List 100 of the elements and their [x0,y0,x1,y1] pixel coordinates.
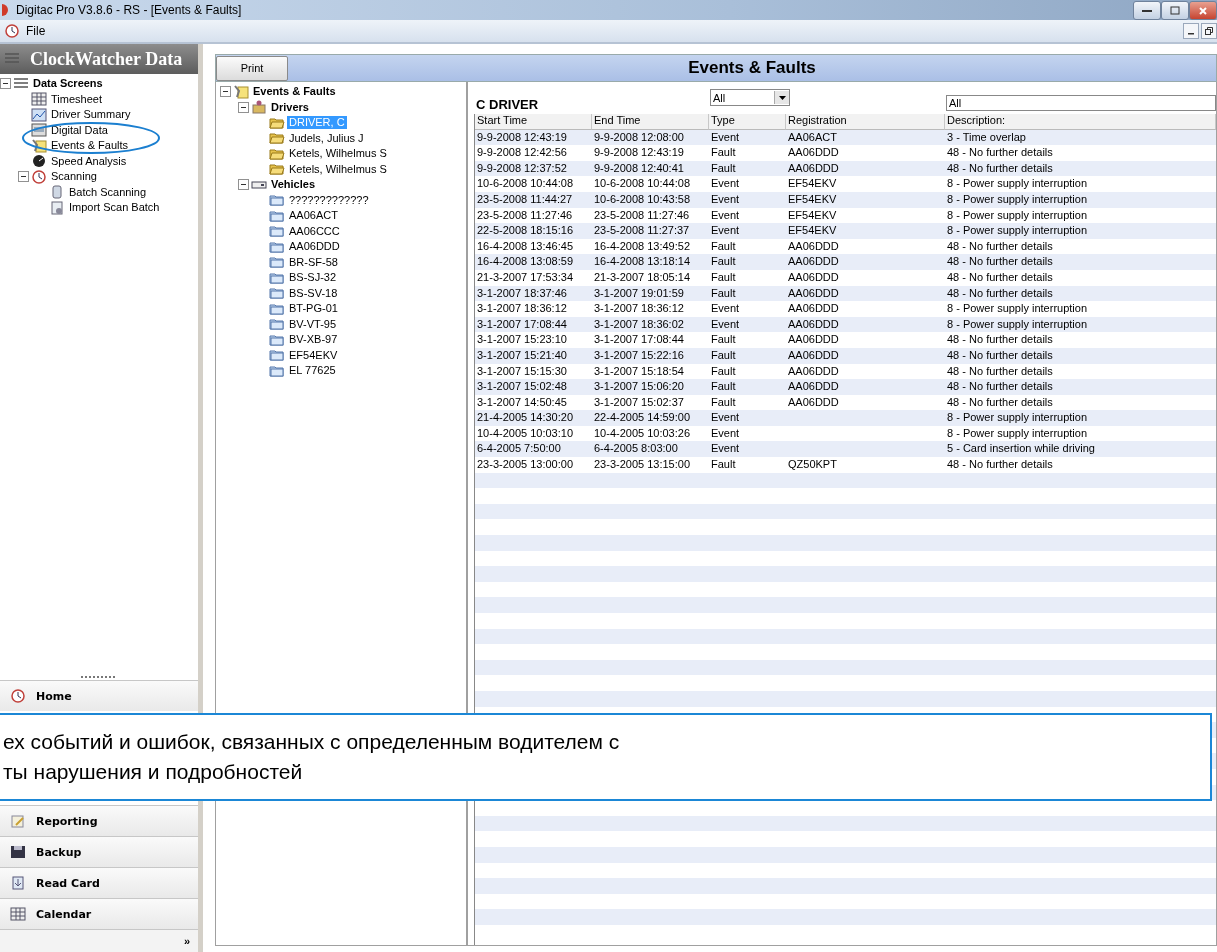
table-cell-text: 3-1-2007 15:18:54 [593,363,685,379]
table-cell-text: 3-1-2007 18:37:46 [476,285,568,301]
table-cell-text: Event [710,223,741,239]
collapse-toggle[interactable] [238,101,249,113]
folder-icon [269,239,285,254]
table-cell-text: AA06DDD [787,379,840,395]
table-cell-text: Event [710,316,741,332]
splitter-grip[interactable] [81,674,117,678]
column-header[interactable]: End Time [592,114,709,130]
table-cell-text: EF54EKV [787,207,838,223]
collapse-toggle[interactable] [0,78,11,90]
nav-button[interactable]: Calendar [0,898,198,929]
tree-item[interactable]: BR-SF-58 [287,255,340,269]
table-cell-text: 23-5-2008 11:27:37 [593,223,691,239]
tree-item[interactable]: Speed Analysis [49,154,129,168]
nav-button[interactable]: Home [0,680,198,711]
description-filter-field[interactable]: All [946,95,1216,111]
tree-item[interactable]: Drivers [269,100,311,114]
tree-item[interactable]: Ketels, Wilhelmus S [287,162,389,176]
column-header[interactable]: Start Time [475,114,592,130]
table-cell-text: Fault [710,457,737,473]
table-cell-text: 6-4-2005 8:03:00 [593,441,679,457]
table-cell-text: 23-5-2008 11:27:46 [593,207,691,223]
more-button[interactable]: » [183,935,190,947]
tree-item[interactable]: BS-SJ-32 [287,271,339,285]
table-cell-text: AA06DDD [787,254,840,270]
tree-item[interactable]: Ketels, Wilhelmus S [287,147,389,161]
table-cell-text: Fault [710,332,737,348]
table-cell-text: 10-4-2005 10:03:10 [476,425,575,441]
minimize-button[interactable] [1133,1,1161,20]
type-dropdown[interactable]: All [710,89,790,106]
table-cell-text: 9-9-2008 12:43:19 [476,129,568,145]
table-cell-text: Event [710,441,741,457]
tree-item[interactable]: BV-XB-97 [287,333,340,347]
tree-item[interactable]: AA06CCC [287,224,342,238]
table-cell-text: 3-1-2007 18:36:12 [476,301,568,317]
wrench-icon [233,84,249,99]
table-cell-text: 48 - No further details [946,347,1054,363]
tree-item[interactable]: AA06ACT [287,209,340,223]
nav-button[interactable]: Reporting [0,805,198,836]
tree-item[interactable]: EL 77625 [287,364,338,378]
tree-item[interactable]: Judels, Julius J [287,131,366,145]
folder-icon [269,255,285,270]
column-header[interactable]: Description: [945,114,1216,130]
driver-name: C DRIVER [475,97,540,112]
table-cell-text: 3-1-2007 15:06:20 [593,379,685,395]
table-cell-text: 9-9-2008 12:08:00 [593,129,685,145]
minimize-button[interactable] [1183,23,1199,39]
tree-item[interactable]: Scanning [49,170,99,184]
table-cell-text: AA06DDD [787,332,840,348]
table-cell-text: AA06DDD [787,145,840,161]
table-cell-text: 10-6-2008 10:44:08 [593,176,692,192]
collapse-toggle[interactable] [238,179,249,191]
table-cell-text: Fault [710,379,737,395]
tree-item[interactable]: BT-PG-01 [287,302,340,316]
tree-item[interactable]: ????????????? [287,193,371,207]
tree-item[interactable]: Events & Faults [251,85,338,99]
tree-item[interactable]: Import Scan Batch [67,201,162,215]
page-title: Events & Faults [687,58,817,78]
tree-item[interactable]: Batch Scanning [67,185,149,199]
table-cell-text: 23-3-2005 13:15:00 [593,457,692,473]
table-cell-text: 3-1-2007 18:36:02 [593,316,685,332]
maximize-button[interactable] [1161,1,1189,20]
list-icon [4,52,20,66]
table-cell-text: 3-1-2007 15:02:48 [476,379,568,395]
table-cell-text: 9-9-2008 12:37:52 [476,160,568,176]
tree-item[interactable]: EF54EKV [287,348,340,362]
restore-button[interactable] [1201,23,1217,39]
tree-item[interactable]: BS-SV-18 [287,286,340,300]
folder-icon [269,131,285,146]
table-cell-text: 8 - Power supply interruption [946,191,1088,207]
table-cell-text: 48 - No further details [946,145,1054,161]
menu-item[interactable]: File [26,24,46,38]
table-cell-text: 48 - No further details [946,269,1054,285]
table-cell-text: Event [710,410,741,426]
close-button[interactable] [1189,1,1217,20]
print-button[interactable]: Print [216,55,288,81]
tree-item[interactable]: Events & Faults [49,139,131,153]
tree-item[interactable]: Vehicles [269,178,318,192]
tree-item[interactable]: Driver Summary [49,108,133,122]
tree-item[interactable]: Data Screens [31,77,105,91]
table-cell-text: 3-1-2007 14:50:45 [476,394,568,410]
table-cell-text: Fault [710,254,737,270]
tree-item[interactable]: Timesheet [49,92,104,106]
tree-item[interactable]: BV-VT-95 [287,317,339,331]
collapse-toggle[interactable] [220,86,231,98]
table-cell-text: 3-1-2007 15:21:40 [476,347,568,363]
nav-button[interactable]: Backup [0,836,198,867]
tree-item[interactable]: AA06DDD [287,240,342,254]
column-header[interactable]: Type [709,114,786,130]
table-cell-text: 8 - Power supply interruption [946,223,1088,239]
table-cell-text: 9-9-2008 12:43:19 [593,145,685,161]
table-cell-text: AA06DDD [787,285,840,301]
nav-button[interactable]: Read Card [0,867,198,898]
tree-item[interactable]: Digital Data [49,123,110,137]
table-cell-text: 3 - Time overlap [946,129,1027,145]
table-cell-text: 8 - Power supply interruption [946,207,1088,223]
column-header[interactable]: Registration [786,114,945,130]
table-cell-text: 10-4-2005 10:03:26 [593,425,692,441]
collapse-toggle[interactable] [18,171,29,183]
